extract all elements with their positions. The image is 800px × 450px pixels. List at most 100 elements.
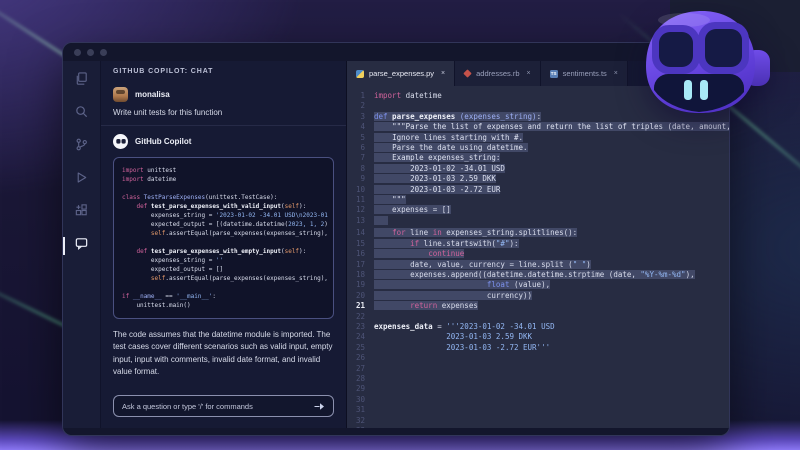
close-icon[interactable]: × — [614, 70, 618, 77]
chat-divider — [101, 125, 346, 126]
chat-input[interactable] — [122, 401, 308, 411]
assistant-name: GitHub Copilot — [135, 137, 192, 146]
line-content: def parse_expenses (expenses_string): — [374, 111, 542, 121]
chat-icon — [74, 236, 89, 256]
editor-code[interactable]: 1 import datetime 2 3 def parse_expenses (e… — [347, 86, 729, 428]
send-icon[interactable] — [314, 402, 325, 411]
line-content: 2023-01-03 -2.72 EUR''' — [374, 342, 551, 352]
line-content: 2023-01-02 -34.01 USD — [374, 163, 505, 174]
search-icon — [74, 104, 89, 124]
line-content — [374, 215, 388, 228]
line-number: 26 — [355, 353, 365, 363]
line-content: 2023-01-03 -2.72 EUR — [374, 184, 501, 195]
line-content — [374, 384, 379, 394]
line-content: """ — [374, 195, 406, 205]
line-content: expenses = [] — [374, 205, 451, 215]
sidebar-item-copilot-chat[interactable] — [63, 234, 101, 258]
tab-sentiments.ts[interactable]: TS sentiments.ts × — [540, 61, 628, 86]
vscode-window: GITHUB COPILOT: CHAT monalisa Write unit… — [62, 42, 730, 436]
line-number: 21 — [355, 301, 365, 311]
ruby-file-icon — [463, 69, 472, 78]
play-icon — [74, 170, 89, 190]
line-content: Parse the date using datetime. — [374, 143, 528, 153]
editor-code-line: 26 — [347, 353, 729, 363]
mascot-tooth — [700, 80, 708, 100]
line-number: 11 — [355, 195, 365, 205]
line-content: expenses.append((datetime.datetime.strpt… — [374, 269, 695, 279]
editor-code-line: 9 2023-01-03 2.59 DKK — [347, 174, 729, 184]
sidebar-item-explorer[interactable] — [63, 69, 101, 93]
line-content: float (value), — [374, 280, 551, 290]
line-number: 17 — [355, 259, 365, 269]
line-number: 31 — [355, 405, 365, 415]
editor-code-line: 32 — [347, 416, 729, 426]
editor-code-line: 25 2023-01-03 -2.72 EUR''' — [347, 343, 729, 353]
assistant-message-header: GitHub Copilot — [113, 134, 334, 149]
chat-code-line — [122, 184, 325, 193]
line-number: 20 — [355, 290, 365, 300]
line-content — [374, 395, 379, 405]
line-number: 7 — [360, 153, 365, 163]
line-number: 28 — [355, 373, 365, 383]
window-maximize-button[interactable] — [100, 48, 107, 56]
line-number: 5 — [360, 132, 365, 142]
chat-code-line: expenses_string = '2023-01-02 -34.01 USD… — [122, 212, 328, 219]
line-content: 2023-01-03 2.59 DKK — [374, 174, 496, 184]
chat-explanation-text: The code assumes that the datetime modul… — [113, 330, 333, 377]
window-close-button[interactable] — [74, 48, 81, 56]
mascot-goggle-lens-left — [659, 32, 693, 67]
editor-code-line: 29 — [347, 384, 729, 394]
editor-code-line: 30 — [347, 395, 729, 405]
python-file-icon — [356, 69, 364, 78]
chat-code-line: self.assertEqual(parse_expenses(expenses… — [150, 230, 328, 237]
chat-code-block: import unittest import datetime class Tes… — [113, 157, 334, 319]
line-number: 10 — [355, 184, 365, 194]
chat-code-line — [122, 283, 325, 292]
line-number: 22 — [355, 311, 365, 321]
copilot-mascot — [646, 11, 770, 113]
line-number: 4 — [360, 122, 365, 132]
editor-code-line: 4 """Parse the list of expenses and retu… — [347, 122, 729, 132]
line-number: 32 — [355, 415, 365, 425]
line-content — [374, 312, 379, 322]
sidebar-item-source-control[interactable] — [63, 135, 101, 159]
sidebar-item-run-debug[interactable] — [63, 168, 101, 192]
chat-code-line: expected_output = [(datetime.datetime(20… — [122, 221, 328, 228]
user-message-header: monalisa — [113, 87, 334, 102]
window-minimize-button[interactable] — [87, 48, 94, 56]
line-number: 24 — [355, 332, 365, 342]
branch-icon — [74, 137, 89, 157]
chat-code-line: def test_parse_expenses_with_empty_input… — [136, 248, 307, 255]
chat-code-line: expected_output = [] — [122, 266, 224, 273]
line-number: 19 — [355, 280, 365, 290]
chat-code-line: self.assertEqual(parse_expenses(expenses… — [150, 275, 328, 282]
sidebar-item-extensions[interactable] — [63, 201, 101, 225]
chat-code-line — [122, 238, 325, 247]
line-content: date, value, currency = line.split (" ") — [374, 259, 591, 269]
sidebar-item-search[interactable] — [63, 102, 101, 126]
editor-code-line: 18 expenses.append((datetime.datetime.st… — [347, 269, 729, 280]
editor-code-line: 20 currency)) — [347, 290, 729, 301]
tab-addresses.rb[interactable]: addresses.rb × — [455, 61, 541, 86]
editor-code-line: 17 date, value, currency = line.split ("… — [347, 259, 729, 270]
editor-code-line: 16 continue — [347, 249, 729, 259]
editor-code-line: 23 expenses_data = '''2023-01-02 -34.01 U… — [347, 322, 729, 332]
chat-code-line: unittest.main() — [122, 302, 191, 309]
line-number: 29 — [355, 384, 365, 394]
line-number: 1 — [360, 91, 365, 100]
editor-code-line: 10 2023-01-03 -2.72 EUR — [347, 184, 729, 195]
close-icon[interactable]: × — [527, 70, 531, 77]
editor-code-line: 14 for line in expenses_string.splitline… — [347, 228, 729, 238]
chat-code-line: import datetime — [122, 176, 177, 183]
chat-transcript: monalisa Write unit tests for this funct… — [101, 81, 346, 428]
line-number: 3 — [360, 111, 365, 121]
line-content: for line in expenses_string.splitlines()… — [374, 228, 578, 238]
extensions-icon — [74, 203, 89, 223]
editor-code-line: 19 float (value), — [347, 280, 729, 290]
line-content: currency)) — [374, 290, 533, 300]
line-number: 9 — [360, 174, 365, 184]
window-bottom-bar — [63, 428, 729, 435]
chat-input-container — [113, 395, 334, 417]
close-icon[interactable]: × — [441, 70, 445, 77]
tab-parse_expenses.py[interactable]: parse_expenses.py × — [347, 61, 456, 86]
